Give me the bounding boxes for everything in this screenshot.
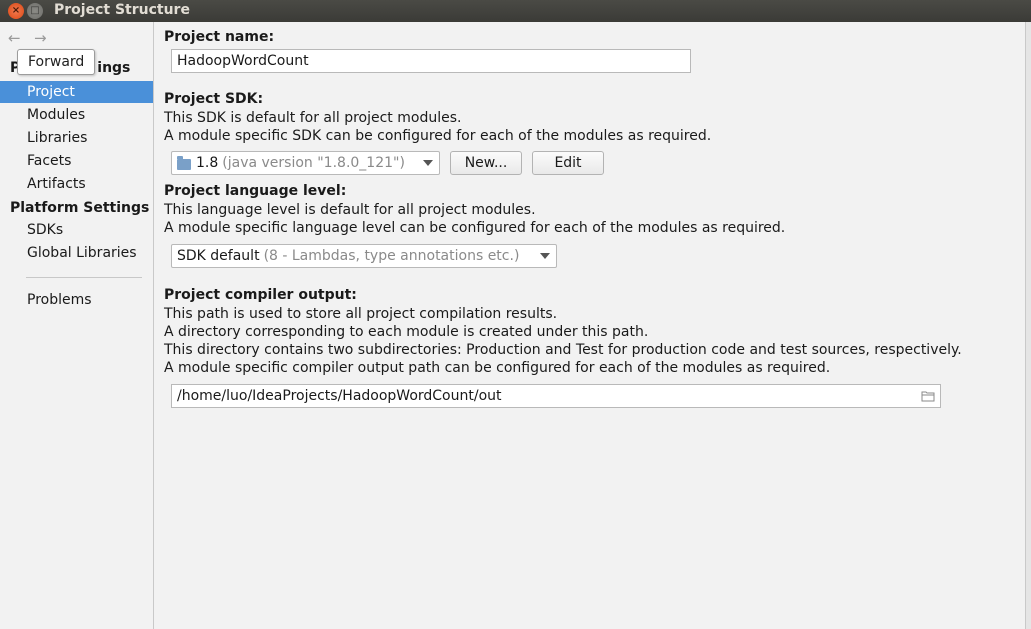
sidebar-item-label: Problems [27, 292, 92, 308]
language-level-label: Project language level: [164, 183, 347, 199]
compiler-output-desc-3: This directory contains two subdirectori… [164, 342, 962, 358]
language-level-detail: (8 - Lambdas, type annotations etc.) [263, 248, 520, 264]
forward-arrow-icon[interactable]: → [34, 30, 50, 46]
close-window-button[interactable]: × [8, 3, 24, 19]
maximize-window-button[interactable]: □ [27, 3, 43, 19]
sidebar-item-global-libraries[interactable]: Global Libraries [0, 242, 153, 264]
title-bar: × □ Project Structure [0, 0, 1031, 22]
language-level-desc-1: This language level is default for all p… [164, 202, 536, 218]
project-sdk-label: Project SDK: [164, 91, 264, 107]
project-settings-visible-fragment: ings [97, 60, 131, 76]
sidebar-item-facets[interactable]: Facets [0, 150, 153, 172]
project-name-label: Project name: [164, 29, 275, 45]
platform-settings-heading: Platform Settings [10, 200, 150, 216]
compiler-output-desc-1: This path is used to store all project c… [164, 306, 558, 322]
compiler-output-desc-2: A directory corresponding to each module… [164, 324, 649, 340]
right-edge-strip [1025, 22, 1031, 629]
sidebar-item-label: SDKs [27, 222, 64, 238]
sidebar-item-label: Artifacts [27, 176, 86, 192]
sidebar-item-artifacts[interactable]: Artifacts [0, 173, 153, 195]
language-level-desc-2: A module specific language level can be … [164, 220, 786, 236]
compiler-output-path-field[interactable]: /home/luo/IdeaProjects/HadoopWordCount/o… [171, 384, 941, 408]
chevron-down-icon [423, 160, 433, 166]
sidebar-item-libraries[interactable]: Libraries [0, 127, 153, 149]
sidebar-item-label: Global Libraries [27, 245, 137, 261]
chevron-down-icon [540, 253, 550, 259]
new-sdk-button[interactable]: New... [450, 151, 522, 175]
history-nav: ← → [8, 30, 50, 46]
sdk-folder-icon [177, 155, 191, 170]
compiler-output-path-value: /home/luo/IdeaProjects/HadoopWordCount/o… [177, 388, 502, 404]
sidebar-item-problems[interactable]: Problems [0, 289, 153, 311]
sdk-select[interactable]: 1.8 (java version "1.8.0_121") [171, 151, 440, 175]
sidebar-item-modules[interactable]: Modules [0, 104, 153, 126]
sidebar-item-label: Modules [27, 107, 86, 123]
sidebar-item-label: Facets [27, 153, 72, 169]
project-settings-panel: Project name: HadoopWordCount Project SD… [154, 22, 1025, 629]
back-arrow-icon[interactable]: ← [8, 30, 24, 46]
sdk-selected-detail: (java version "1.8.0_121") [222, 155, 405, 171]
forward-tooltip: Forward [17, 49, 96, 75]
sidebar: ← → Forward Pings Project Modules Librar… [0, 22, 154, 629]
project-sdk-desc-1: This SDK is default for all project modu… [164, 110, 462, 126]
project-sdk-desc-2: A module specific SDK can be configured … [164, 128, 712, 144]
sidebar-item-sdks[interactable]: SDKs [0, 219, 153, 241]
sidebar-item-label: Libraries [27, 130, 88, 146]
edit-sdk-button[interactable]: Edit [532, 151, 604, 175]
window-title: Project Structure [54, 2, 190, 18]
sdk-selected-version: 1.8 [196, 155, 219, 171]
sidebar-item-label: Project [27, 84, 75, 100]
sidebar-divider [26, 277, 142, 278]
compiler-output-label: Project compiler output: [164, 287, 357, 303]
language-level-selected: SDK default [177, 248, 260, 264]
project-name-field[interactable]: HadoopWordCount [171, 49, 691, 73]
language-level-select[interactable]: SDK default (8 - Lambdas, type annotatio… [171, 244, 557, 268]
browse-folder-icon[interactable] [921, 390, 935, 402]
compiler-output-desc-4: A module specific compiler output path c… [164, 360, 831, 376]
sidebar-item-project[interactable]: Project [0, 81, 153, 103]
